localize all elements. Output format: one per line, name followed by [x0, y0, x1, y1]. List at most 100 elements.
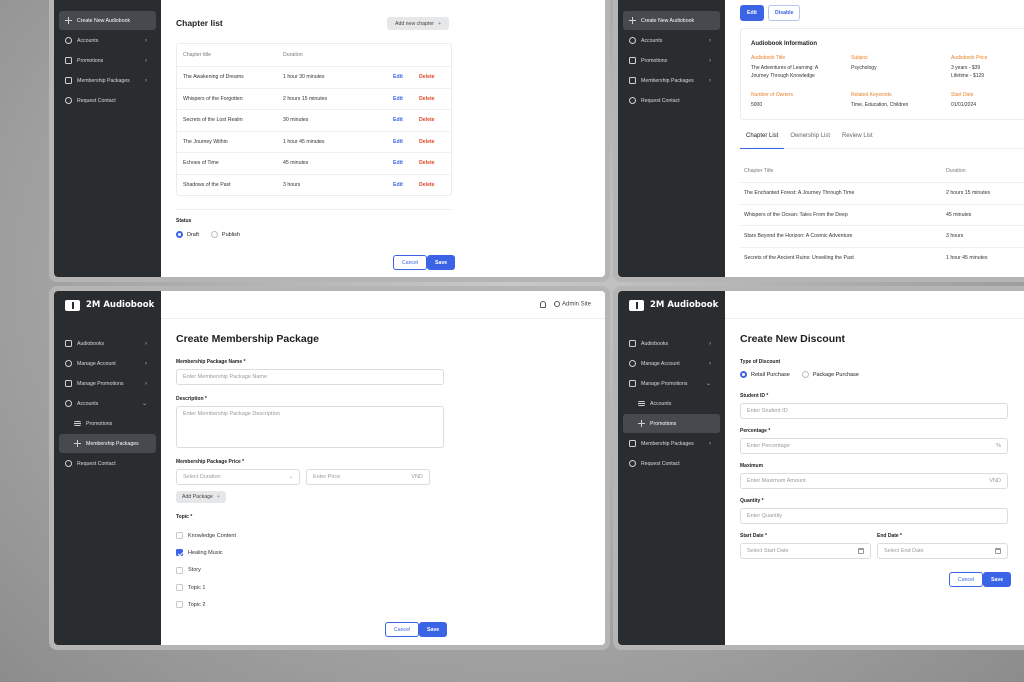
- sidebar-item-request-contact[interactable]: Request Contact: [59, 91, 156, 110]
- user-icon: [65, 360, 72, 367]
- cancel-button[interactable]: Cancel: [385, 622, 420, 637]
- percentage-input[interactable]: Enter Percentage%: [740, 438, 1008, 454]
- tab-review-list[interactable]: Review List: [836, 133, 879, 149]
- bell-icon[interactable]: [539, 301, 546, 308]
- description-textarea[interactable]: Enter Membership Package Description: [176, 406, 444, 448]
- cancel-button[interactable]: Cancel: [393, 255, 428, 270]
- admin-label: Admin Site: [561, 301, 591, 308]
- tab-chapter-list[interactable]: Chapter List: [740, 133, 785, 149]
- package-name-input[interactable]: Enter Membership Package Name: [176, 369, 444, 385]
- sidebar-item-promotions[interactable]: Promotions ›: [59, 51, 156, 70]
- sidebar: 2M Audiobook Audiobooks › Manage Account › M…: [618, 291, 725, 645]
- table-row: Stars Beyond the Horizon: A Cosmic Adven…: [740, 225, 1024, 247]
- sidebar-item-label: Manage Account: [77, 360, 116, 367]
- sidebar-item-audiobooks[interactable]: Audiobooks ›: [59, 334, 156, 353]
- duration-select[interactable]: Select Duration ⌄: [176, 469, 300, 485]
- save-button[interactable]: Save: [983, 572, 1012, 587]
- topic-checkbox[interactable]: Topic 2: [176, 596, 236, 613]
- publish-radio[interactable]: Publish: [210, 231, 240, 238]
- topic-checkbox[interactable]: Topic 1: [176, 579, 236, 596]
- sidebar-item-promotions[interactable]: Promotions: [623, 414, 720, 433]
- chevron-right-icon: ›: [145, 37, 147, 44]
- sidebar-item-manage-promotions[interactable]: Manage Promotions ⌄: [623, 374, 720, 393]
- price-input[interactable]: Enter Price VND: [306, 469, 430, 485]
- add-package-button[interactable]: Add Package +: [176, 491, 226, 503]
- table-row: The Awakening of Dreams 1 hour 30 minutes…: [177, 66, 451, 88]
- delete-link[interactable]: Delete: [419, 160, 435, 166]
- package-radio[interactable]: Package Purchase: [801, 371, 859, 378]
- sidebar-item-accounts[interactable]: Accounts: [623, 394, 720, 413]
- sidebar-item-label: Membership Packages: [641, 440, 694, 447]
- sidebar-item-create-new-audiobook[interactable]: Create New Audiobook: [623, 11, 720, 30]
- edit-link[interactable]: Edit: [393, 96, 419, 102]
- cancel-button[interactable]: Cancel: [949, 572, 984, 587]
- gift-icon: [629, 57, 636, 64]
- headset-icon: [629, 97, 636, 104]
- sidebar-item-label: Request Contact: [77, 460, 116, 467]
- admin-menu[interactable]: Admin Site: [553, 301, 591, 308]
- calendar-icon: [995, 548, 1001, 554]
- sidebar-item-membership-packages[interactable]: Membership Packages: [59, 434, 156, 453]
- sidebar-item-manage-promotions[interactable]: Manage Promotions ›: [59, 374, 156, 393]
- sidebar-item-accounts[interactable]: Accounts ›: [623, 31, 720, 50]
- chapter-title-cell: The Awakening of Dreams: [183, 74, 244, 81]
- save-button[interactable]: Save: [427, 255, 456, 270]
- tab-ownership-list[interactable]: Ownership List: [784, 133, 836, 149]
- info-field: Number of Owners 5000: [751, 92, 837, 109]
- sidebar-item-manage-account[interactable]: Manage Account ›: [623, 354, 720, 373]
- topic-checkbox[interactable]: Story: [176, 562, 236, 579]
- sidebar-item-audiobooks[interactable]: Audiobooks ›: [623, 334, 720, 353]
- duration-cell: 45 minutes: [283, 160, 309, 167]
- sidebar-item-membership-packages[interactable]: Membership Packages ›: [623, 71, 720, 90]
- sidebar-item-create-new-audiobook[interactable]: Create New Audiobook: [59, 11, 156, 30]
- sidebar-item-accounts[interactable]: Accounts ›: [59, 31, 156, 50]
- sidebar-item-promotions[interactable]: Promotions ›: [623, 51, 720, 70]
- panel-create-membership: 2M Audiobook Audiobooks › Manage Account › M…: [49, 286, 610, 650]
- edit-link[interactable]: Edit: [393, 160, 419, 166]
- topic-checkbox[interactable]: Healing Music: [176, 544, 236, 561]
- sidebar-item-promotions[interactable]: Promotions: [59, 414, 156, 433]
- sidebar-item-request-contact[interactable]: Request Contact: [59, 454, 156, 473]
- edit-link[interactable]: Edit: [393, 74, 419, 80]
- card-icon: [629, 77, 636, 84]
- topic-checkbox[interactable]: Knowledge Content: [176, 527, 236, 544]
- delete-link[interactable]: Delete: [419, 139, 435, 145]
- student-id-input[interactable]: Enter Student ID: [740, 403, 1008, 419]
- plus-icon: +: [216, 494, 220, 500]
- delete-link[interactable]: Delete: [419, 96, 435, 102]
- retail-radio[interactable]: Retail Purchase: [740, 371, 790, 378]
- draft-radio[interactable]: Draft: [176, 231, 199, 238]
- delete-link[interactable]: Delete: [419, 117, 435, 123]
- panel-audiobook-detail: Create New Audiobook Accounts › Promotions ›…: [613, 0, 1024, 282]
- table-row: Echoes of Time 45 minutes Edit Delete: [177, 152, 451, 174]
- sidebar-item-label: Promotions: [86, 420, 113, 427]
- section-title: Chapter list: [176, 18, 223, 28]
- disable-button[interactable]: Disable: [768, 5, 801, 21]
- edit-link[interactable]: Edit: [393, 117, 419, 123]
- sidebar-item-request-contact[interactable]: Request Contact: [623, 454, 720, 473]
- topic-label: Story: [188, 567, 201, 574]
- quantity-input[interactable]: Enter Quantity: [740, 508, 1008, 524]
- topic-label: Topic *: [176, 514, 193, 520]
- sidebar-item-membership-packages[interactable]: Membership Packages ›: [623, 434, 720, 453]
- column-header: Chapter title: [183, 52, 211, 58]
- delete-link[interactable]: Delete: [419, 74, 435, 80]
- maximum-input[interactable]: Enter Maximum Amount VND: [740, 473, 1008, 489]
- edit-link[interactable]: Edit: [393, 182, 419, 188]
- top-bar: [725, 291, 1024, 319]
- sidebar-item-manage-account[interactable]: Manage Account ›: [59, 354, 156, 373]
- sidebar-item-label: Accounts: [650, 400, 672, 407]
- save-button[interactable]: Save: [419, 622, 448, 637]
- delete-link[interactable]: Delete: [419, 182, 435, 188]
- end-date-input[interactable]: Select End Date: [877, 543, 1008, 559]
- edit-link[interactable]: Edit: [393, 139, 419, 145]
- sidebar-item-membership-packages[interactable]: Membership Packages ›: [59, 71, 156, 90]
- chapter-title-cell: Secrets of the Lost Realm: [183, 117, 243, 124]
- start-date-input[interactable]: Select Start Date: [740, 543, 871, 559]
- sidebar-item-request-contact[interactable]: Request Contact: [623, 91, 720, 110]
- add-chapter-button[interactable]: Add new chapter +: [387, 17, 449, 30]
- table-row: Whispers of the Forgotten 2 hours 15 minu…: [177, 87, 451, 110]
- edit-button[interactable]: Edit: [740, 5, 764, 21]
- start-date-label: Start Date *: [740, 533, 767, 539]
- sidebar-item-accounts[interactable]: Accounts ⌄: [59, 394, 156, 413]
